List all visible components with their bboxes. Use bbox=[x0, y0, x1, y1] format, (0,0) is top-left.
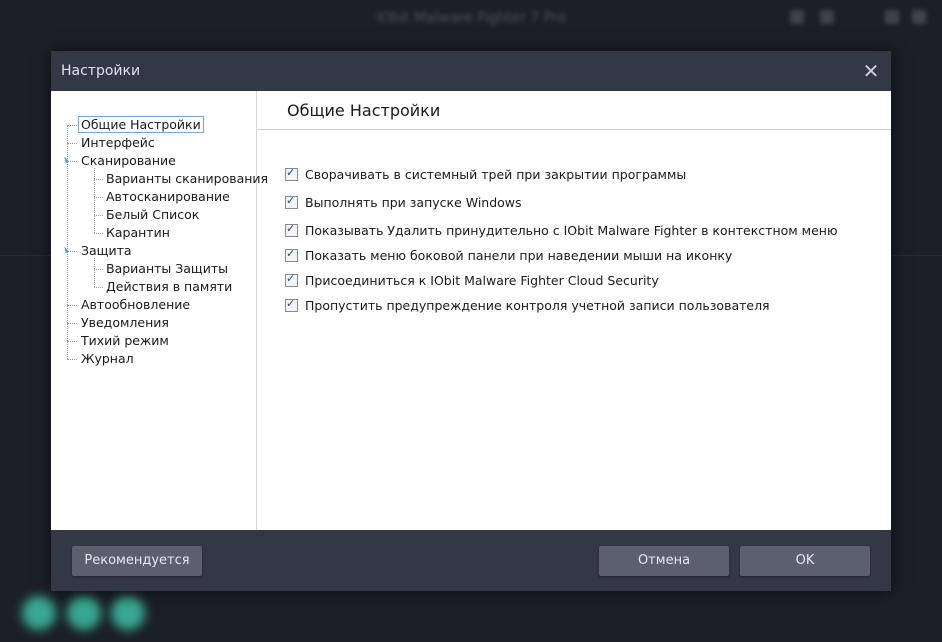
tree-item-interface[interactable]: Интерфейс bbox=[81, 134, 155, 152]
tree-item-notifications[interactable]: Уведомления bbox=[81, 314, 169, 332]
panel-divider bbox=[257, 129, 891, 130]
background-circle-icon bbox=[111, 596, 145, 630]
option-label: Сворачивать в системный трей при закрыти… bbox=[305, 166, 687, 182]
tree-item-label: Уведомления bbox=[81, 315, 169, 330]
tree-connector bbox=[67, 143, 77, 144]
option-label: Пропустить предупреждение контроля учетн… bbox=[305, 297, 770, 313]
tree-item-protection-options[interactable]: Варианты Защиты bbox=[106, 260, 228, 278]
checkbox-checked-icon[interactable] bbox=[285, 272, 298, 287]
tree-connector bbox=[67, 251, 77, 252]
ok-button[interactable]: OK bbox=[740, 546, 870, 576]
option-run-at-startup[interactable]: Выполнять при запуске Windows bbox=[285, 193, 522, 211]
tree-item-label: Интерфейс bbox=[81, 135, 155, 150]
tree-connector bbox=[94, 233, 103, 234]
tree-connector bbox=[94, 197, 103, 198]
cancel-button[interactable]: Отмена bbox=[599, 546, 729, 576]
tree-item-label: Действия в памяти bbox=[106, 279, 233, 294]
option-label: Показывать Удалить принудительно с IObit… bbox=[305, 222, 838, 238]
checkbox-checked-icon[interactable] bbox=[285, 247, 298, 262]
settings-tree: Общие Настройки Интерфейс Сканирование В… bbox=[51, 91, 268, 530]
tree-item-scan-options[interactable]: Варианты сканирования bbox=[106, 170, 268, 188]
tree-connector bbox=[94, 269, 103, 270]
tree-connector bbox=[67, 359, 77, 360]
tree-connector bbox=[67, 161, 77, 162]
checkbox-checked-icon[interactable] bbox=[285, 297, 298, 312]
background-settings-icon bbox=[790, 10, 804, 24]
tree-item-silent-mode[interactable]: Тихий режим bbox=[81, 332, 169, 350]
settings-dialog: Настройки ✕ Общие Настройки Интерфейс Ск… bbox=[51, 51, 891, 591]
tree-item-general[interactable]: Общие Настройки bbox=[78, 116, 204, 134]
option-minimize-to-tray[interactable]: Сворачивать в системный трей при закрыти… bbox=[285, 165, 686, 183]
tree-connector bbox=[94, 168, 95, 233]
checkbox-checked-icon[interactable] bbox=[285, 166, 298, 181]
option-label: Выполнять при запуске Windows bbox=[305, 194, 522, 210]
tree-item-whitelist[interactable]: Белый Список bbox=[106, 206, 199, 224]
tree-item-protection[interactable]: Защита bbox=[81, 242, 132, 260]
tree-connector bbox=[94, 287, 103, 288]
tree-item-label: Карантин bbox=[106, 225, 170, 240]
tree-item-label: Автосканирование bbox=[106, 189, 230, 204]
tree-connector bbox=[67, 323, 77, 324]
settings-panel: Общие Настройки Сворачивать в системный … bbox=[257, 91, 891, 530]
tree-item-quarantine[interactable]: Карантин bbox=[106, 224, 170, 242]
background-circle-icon bbox=[22, 596, 56, 630]
tree-item-scanning[interactable]: Сканирование bbox=[81, 152, 176, 170]
dialog-title: Настройки bbox=[61, 63, 141, 79]
tree-item-autoscan[interactable]: Автосканирование bbox=[106, 188, 230, 206]
background-close-icon bbox=[912, 10, 926, 24]
tree-connector bbox=[67, 305, 77, 306]
tree-connector bbox=[94, 258, 95, 287]
tree-item-label: Журнал bbox=[81, 351, 134, 366]
option-cloud-security[interactable]: Присоединиться к IObit Malware Fighter C… bbox=[285, 271, 659, 289]
background-circle-icon bbox=[67, 596, 101, 630]
option-sidebar-menu[interactable]: Показать меню боковой панели при наведен… bbox=[285, 246, 732, 264]
background-menu-icon bbox=[820, 10, 834, 24]
tree-item-autoupdate[interactable]: Автообновление bbox=[81, 296, 190, 314]
dialog-footer: Рекомендуется Отмена OK bbox=[51, 530, 891, 591]
close-icon[interactable]: ✕ bbox=[859, 59, 883, 83]
checkbox-checked-icon[interactable] bbox=[285, 194, 298, 209]
dialog-content: Общие Настройки Интерфейс Сканирование В… bbox=[51, 91, 891, 530]
tree-connector bbox=[67, 341, 77, 342]
recommended-button[interactable]: Рекомендуется bbox=[72, 546, 202, 576]
tree-item-label: Белый Список bbox=[106, 207, 200, 222]
option-label: Присоединиться к IObit Malware Fighter C… bbox=[305, 272, 659, 288]
tree-connector bbox=[94, 215, 103, 216]
dialog-titlebar[interactable]: Настройки ✕ bbox=[51, 51, 891, 91]
tree-connector bbox=[94, 179, 103, 180]
background-minimize-icon bbox=[885, 10, 899, 24]
option-label: Показать меню боковой панели при наведен… bbox=[305, 247, 733, 263]
option-skip-uac-warning[interactable]: Пропустить предупреждение контроля учетн… bbox=[285, 296, 770, 314]
tree-item-label: Сканирование bbox=[81, 153, 176, 168]
tree-item-memory-actions[interactable]: Действия в памяти bbox=[106, 278, 232, 296]
tree-item-log[interactable]: Журнал bbox=[81, 350, 134, 368]
tree-item-label: Варианты сканирования bbox=[106, 171, 269, 186]
option-context-menu[interactable]: Показывать Удалить принудительно с IObit… bbox=[285, 221, 838, 239]
tree-item-label: Автообновление bbox=[81, 297, 191, 312]
tree-item-label: Защита bbox=[81, 243, 132, 258]
tree-connector bbox=[67, 125, 77, 126]
panel-title: Общие Настройки bbox=[287, 101, 441, 120]
tree-item-label: Варианты Защиты bbox=[106, 261, 228, 276]
tree-item-label: Общие Настройки bbox=[78, 116, 204, 133]
checkbox-checked-icon[interactable] bbox=[285, 222, 298, 237]
tree-item-label: Тихий режим bbox=[81, 333, 169, 348]
